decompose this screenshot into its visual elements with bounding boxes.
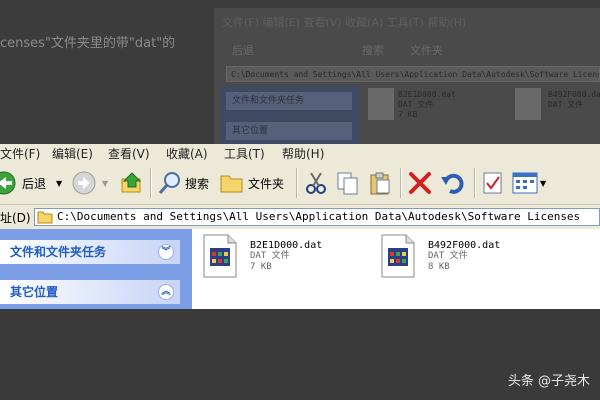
collapse-chevron-icon[interactable]: ︽ [158, 284, 174, 300]
ghost-file-icon [515, 88, 541, 120]
back-arrow-icon [0, 171, 16, 195]
paste-icon [370, 172, 390, 195]
file-info: B2E1D000.dat DAT 文件 7 KB [250, 240, 322, 273]
file-size: 8 KB [428, 262, 450, 272]
undo-icon [441, 173, 464, 194]
file-name: B2E1D000.dat [250, 240, 323, 251]
copy-icon [337, 172, 358, 195]
back-dropdown-icon[interactable]: ▼ [56, 179, 62, 188]
up-folder-button[interactable] [120, 169, 144, 197]
ghost-file-1: B2E1D000.dat DAT 文件 7 KB [398, 90, 456, 120]
dat-file-icon [203, 234, 237, 278]
search-icon [158, 172, 180, 194]
collapse-chevron-icon[interactable]: ︾ [158, 244, 174, 260]
ghost-menu-items: 文件(F) 编辑(E) 查看(V) 收藏(A) 工具(T) 帮助(H) [222, 16, 467, 29]
views-button[interactable]: ▼ [512, 169, 546, 197]
folder-icon [37, 211, 53, 224]
task-sidebar: 文件和文件夹任务 ︾ 其它位置 ︽ [0, 229, 192, 309]
properties-button[interactable] [482, 169, 504, 197]
forward-dropdown-icon[interactable]: ▼ [102, 179, 108, 188]
ghost-task-header: 文件和文件夹任务 [226, 92, 352, 110]
ghost-search-label: 搜索 [362, 44, 384, 57]
menu-view[interactable]: 查看(V) [108, 145, 150, 162]
folders-label: 文件夹 [248, 176, 285, 191]
delete-button[interactable] [408, 169, 432, 197]
file-name: B492F000.dat [428, 240, 501, 251]
ghost-menubar: 文件(F) 编辑(E) 查看(V) 收藏(A) 工具(T) 帮助(H) [214, 10, 600, 32]
copy-button[interactable] [336, 169, 360, 197]
ghost-sidebar: 文件和文件夹任务 其它位置 [220, 86, 360, 144]
views-dropdown-icon[interactable]: ▼ [540, 179, 546, 188]
ghost-file-1-type: DAT 文件 [398, 100, 434, 109]
toolbar-separator [296, 168, 297, 198]
menu-favorites[interactable]: 收藏(A) [166, 145, 208, 162]
paste-button[interactable] [368, 169, 392, 197]
properties-icon [483, 172, 502, 194]
ghost-text-fragment: censes"文件夹里的带"dat"的 [0, 36, 176, 51]
file-info: B492F000.dat DAT 文件 8 KB [428, 240, 500, 273]
ghost-folders-label: 文件夹 [410, 44, 443, 57]
ghost-file-2-type: DAT 文件 [548, 100, 584, 109]
ghost-file-1-name: B2E1D000.dat [398, 90, 456, 99]
back-button[interactable]: 后退 ▼ [0, 169, 62, 197]
address-input[interactable]: C:\Documents and Settings\All Users\Appl… [34, 208, 600, 226]
up-folder-icon [121, 172, 142, 193]
menu-tools[interactable]: 工具(T) [224, 145, 265, 162]
file-type: DAT 文件 [250, 251, 290, 261]
undo-button[interactable] [440, 169, 464, 197]
folder-icon [220, 175, 243, 193]
menubar: 文件(F) 编辑(E) 查看(V) 收藏(A) 工具(T) 帮助(H) [0, 144, 600, 163]
other-places-header[interactable]: 其它位置 ︽ [0, 280, 180, 304]
other-places-title: 其它位置 [10, 285, 59, 299]
forward-button[interactable]: ▼ [72, 169, 108, 197]
toolbar-separator [474, 168, 475, 198]
views-icon [512, 172, 538, 194]
ghost-other-header: 其它位置 [226, 122, 352, 140]
ghost-file-2-name: B492F000.dat [548, 90, 600, 99]
folders-button[interactable]: 文件夹 [220, 169, 284, 197]
menu-edit[interactable]: 编辑(E) [52, 145, 93, 162]
cut-button[interactable] [304, 169, 328, 197]
toolbar: 后退 ▼ ▼ 搜索 文件夹 ▼ [0, 162, 600, 205]
file-folder-tasks-header[interactable]: 文件和文件夹任务 ︾ [0, 240, 180, 264]
ghost-address-field: C:\Documents and Settings\All Users\Appl… [226, 66, 600, 82]
back-label: 后退 [22, 176, 47, 191]
ghost-file-1-size: 7 KB [398, 110, 418, 119]
file-folder-tasks-title: 文件和文件夹任务 [10, 245, 107, 259]
ghost-toolbar: 后退 搜索 文件夹 [214, 36, 600, 62]
file-size: 7 KB [250, 262, 272, 272]
delete-x-icon [409, 172, 431, 194]
menu-file[interactable]: 文件(F) [0, 145, 40, 162]
forward-arrow-icon [72, 171, 96, 195]
dat-file-icon [381, 234, 415, 278]
address-bar: 址(D) C:\Documents and Settings\All Users… [0, 205, 600, 229]
ghost-file-icon [368, 88, 394, 120]
search-button[interactable]: 搜索 [158, 169, 209, 197]
file-item[interactable]: B2E1D000.dat DAT 文件 7 KB [202, 232, 362, 280]
address-label: 址(D) [0, 211, 31, 225]
menu-help[interactable]: 帮助(H) [282, 145, 324, 162]
toolbar-separator [150, 168, 151, 198]
address-value: C:\Documents and Settings\All Users\Appl… [57, 210, 581, 223]
watermark: 头条 @子尧木 [507, 374, 590, 389]
toolbar-separator [400, 168, 401, 198]
scissors-icon [306, 172, 326, 194]
file-item[interactable]: B492F000.dat DAT 文件 8 KB [380, 232, 540, 280]
ghost-file-2: B492F000.dat DAT 文件 [548, 90, 600, 110]
file-type: DAT 文件 [428, 251, 468, 261]
search-label: 搜索 [185, 176, 210, 191]
ghost-back-label: 后退 [232, 44, 254, 57]
